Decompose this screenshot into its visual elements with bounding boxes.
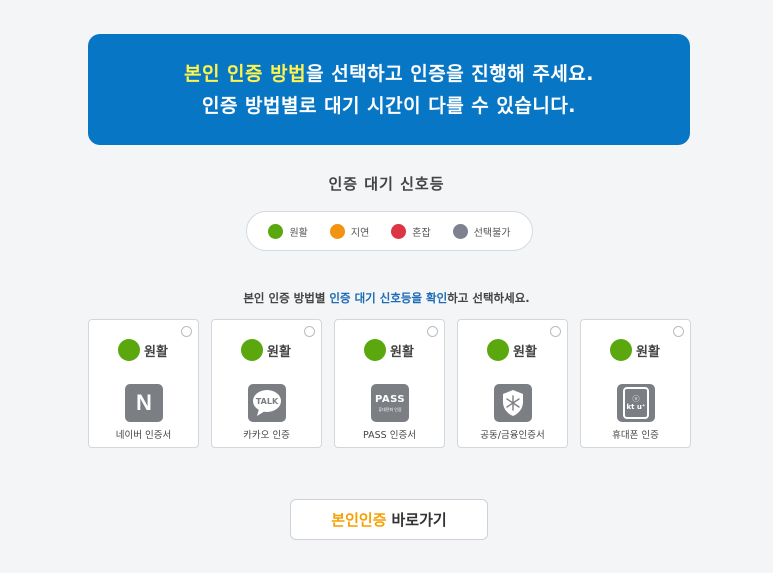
green-dot-icon — [610, 339, 632, 361]
status-label: 원활 — [267, 344, 291, 360]
radio-button[interactable] — [181, 326, 192, 337]
status-indicator: 원활 — [241, 339, 291, 361]
pass-icon-text: PASS — [374, 393, 406, 405]
status-label: 원활 — [144, 344, 168, 360]
status-label: 원활 — [390, 344, 414, 360]
shield-certificate-icon — [494, 384, 532, 422]
card-label: 공동/금융인증서 — [480, 430, 545, 441]
gray-dot-icon — [452, 223, 468, 239]
orange-dot-icon — [329, 223, 345, 239]
pass-icon-subtext: 휴대전화 인증 — [378, 406, 402, 412]
auth-option-mobile-phone[interactable]: 원활 ⓥ kt u⁺ 휴대폰 인증 — [580, 319, 691, 448]
auth-option-joint-certificate[interactable]: 원활 공동/금융인증서 — [457, 319, 568, 448]
legend-label: 혼잡 — [412, 227, 431, 239]
status-indicator: 원활 — [118, 339, 168, 361]
phone-small-glyph: ⓥ — [632, 394, 640, 403]
card-label: 카카오 인증 — [243, 430, 290, 441]
kt-mobile-phone-icon: ⓥ kt u⁺ — [617, 384, 655, 422]
legend-label: 원활 — [289, 227, 308, 239]
status-label: 원활 — [636, 344, 660, 360]
naver-icon: N — [125, 384, 163, 422]
instruction-highlight: 인증 대기 신호등을 확인 — [329, 291, 448, 305]
banner-line-2: 인증 방법별로 대기 시간이 다를 수 있습니다. — [201, 94, 577, 117]
legend-item-smooth: 원활 — [268, 223, 308, 239]
radio-button[interactable] — [304, 326, 315, 337]
auth-option-pass[interactable]: 원활 PASS 휴대전화 인증 PASS 인증서 — [334, 319, 445, 448]
status-indicator: 원활 — [487, 339, 537, 361]
signal-legend: 원활 지연 혼잡 선택불가 — [246, 211, 533, 251]
radio-button[interactable] — [427, 326, 438, 337]
card-label: PASS 인증서 — [363, 430, 416, 441]
kakao-talk-icon: TALK — [248, 384, 286, 422]
button-rest-text: 바로가기 — [391, 511, 447, 529]
naver-icon-text: N — [136, 390, 152, 415]
signal-title: 인증 대기 신호등 — [328, 175, 445, 193]
button-highlight-text: 본인인증 — [331, 511, 387, 529]
instruction-text: 본인 인증 방법별 인증 대기 신호등을 확인하고 선택하세요. — [0, 290, 773, 306]
legend-item-delayed: 지연 — [329, 223, 370, 239]
legend-item-congested: 혼잡 — [391, 223, 431, 239]
legend-label: 지연 — [350, 227, 370, 239]
green-dot-icon — [268, 223, 284, 239]
banner-line-1-rest: 을 선택하고 인증을 진행해 주세요. — [306, 62, 595, 85]
auth-option-naver[interactable]: 원활 N 네이버 인증서 — [88, 319, 199, 448]
kt-icon-text: kt u⁺ — [626, 402, 646, 411]
auth-option-kakao[interactable]: 원활 TALK 카카오 인증 — [211, 319, 322, 448]
info-banner: 본인 인증 방법을 선택하고 인증을 진행해 주세요. 인증 방법별로 대기 시… — [88, 34, 690, 145]
status-indicator: 원활 — [364, 339, 414, 361]
card-label: 네이버 인증서 — [115, 430, 172, 441]
status-label: 원활 — [513, 344, 537, 360]
pass-icon: PASS 휴대전화 인증 — [371, 384, 409, 422]
red-dot-icon — [391, 223, 407, 239]
green-dot-icon — [364, 339, 386, 361]
radio-button[interactable] — [673, 326, 684, 337]
phone-icon: ⓥ kt u⁺ — [623, 387, 649, 419]
kakao-icon-text: TALK — [255, 397, 279, 406]
instruction-part-2: 하고 선택하세요. — [447, 291, 530, 305]
green-dot-icon — [241, 339, 263, 361]
green-dot-icon — [487, 339, 509, 361]
shield-icon — [503, 390, 523, 416]
auth-method-list: 원활 N 네이버 인증서 원활 TALK 카카오 인증 원활 PASS 휴대전화… — [88, 319, 691, 448]
status-indicator: 원활 — [610, 339, 660, 361]
legend-label: 선택불가 — [473, 227, 511, 239]
radio-button[interactable] — [550, 326, 561, 337]
banner-line-1: 본인 인증 방법을 선택하고 인증을 진행해 주세요. — [184, 58, 594, 90]
banner-highlight: 본인 인증 방법 — [183, 62, 307, 85]
card-label: 휴대폰 인증 — [612, 430, 659, 441]
legend-item-unavailable: 선택불가 — [452, 223, 511, 239]
go-to-verification-button[interactable]: 본인인증 바로가기 — [290, 499, 488, 540]
green-dot-icon — [118, 339, 140, 361]
instruction-part-1: 본인 인증 방법별 — [243, 291, 330, 305]
